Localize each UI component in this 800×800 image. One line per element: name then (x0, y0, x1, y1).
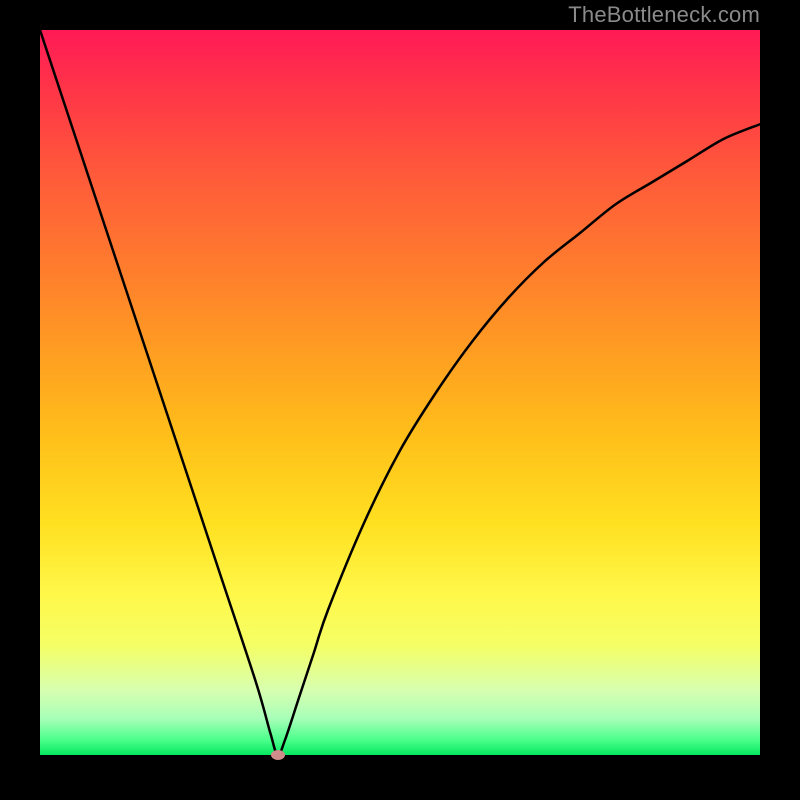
chart-frame: TheBottleneck.com (0, 0, 800, 800)
watermark-text: TheBottleneck.com (568, 2, 760, 28)
plot-area (40, 30, 760, 755)
minimum-marker (271, 750, 285, 760)
curve-svg (40, 30, 760, 755)
bottleneck-curve (40, 30, 760, 755)
